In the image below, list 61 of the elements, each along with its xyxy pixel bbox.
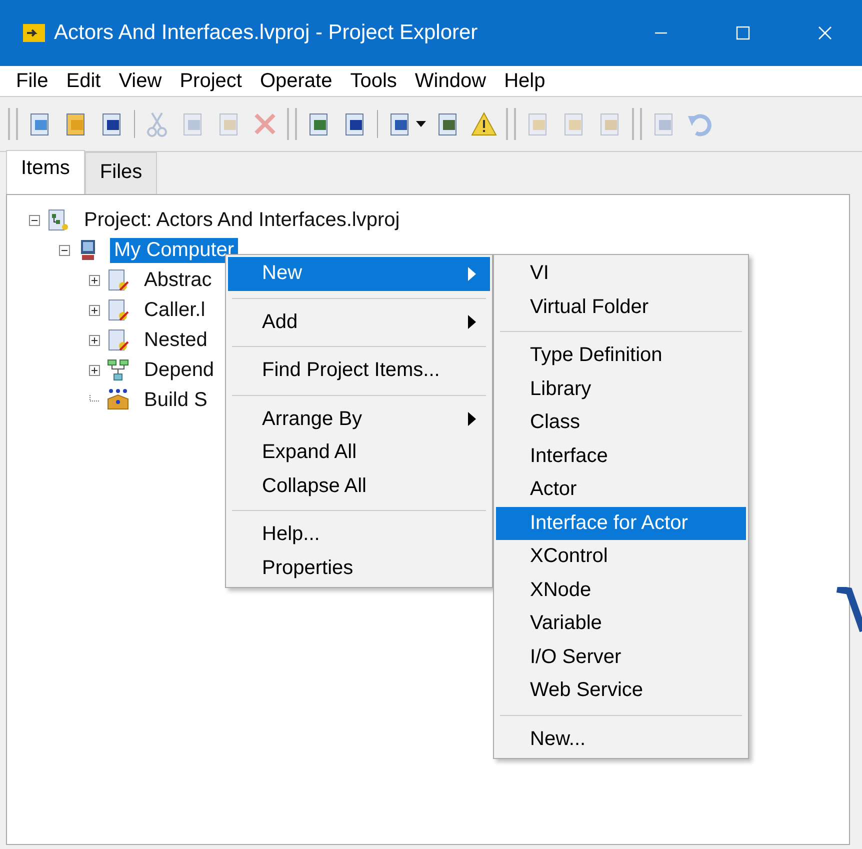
tab[interactable]: Files <box>84 152 158 194</box>
warning-icon[interactable] <box>470 110 498 138</box>
close-icon[interactable] <box>818 26 832 40</box>
expander-icon[interactable] <box>59 244 70 256</box>
expander-icon[interactable] <box>89 304 100 316</box>
menu-item[interactable]: Help <box>496 70 554 92</box>
tree-item[interactable]: Depend <box>140 358 218 382</box>
menu-item[interactable]: File <box>8 70 56 92</box>
app-icon <box>22 23 46 43</box>
menu-item[interactable]: Operate <box>252 70 340 92</box>
expander-icon[interactable] <box>89 274 100 286</box>
menu-item[interactable]: Expand All <box>228 436 490 470</box>
hierarchy-icon <box>106 358 130 382</box>
window-title: Actors And Interfaces.lvproj - Project Explorer <box>54 21 478 45</box>
menu-item[interactable]: I/O Server <box>496 640 746 674</box>
menu-item[interactable]: Virtual Folder <box>496 290 746 324</box>
menu-item[interactable]: Edit <box>58 70 109 92</box>
expander-icon[interactable] <box>89 334 100 346</box>
toolbar-grip[interactable] <box>287 108 297 140</box>
menu-item[interactable]: Properties <box>228 552 490 585</box>
tree-item[interactable]: My Computer <box>110 238 238 262</box>
dropdown-arrow-icon[interactable] <box>416 120 426 128</box>
menu-item[interactable]: VI <box>496 257 746 290</box>
menu-item[interactable]: Window <box>406 70 494 92</box>
menu-item[interactable]: Type Definition <box>496 339 746 372</box>
box-icon <box>106 388 130 412</box>
menu-item[interactable]: Add <box>228 306 490 339</box>
toolbar-grip[interactable] <box>632 108 642 140</box>
menu-item[interactable]: Actor <box>496 473 746 506</box>
menu-item[interactable]: Collapse All <box>228 470 490 503</box>
library-icon <box>106 298 130 322</box>
menu-item[interactable]: XNode <box>496 574 746 607</box>
menu-item[interactable]: Variable <box>496 607 746 640</box>
menu-item[interactable]: Class <box>496 406 746 440</box>
menu-item[interactable]: New <box>228 257 490 290</box>
expander-icon[interactable] <box>89 364 100 376</box>
menu-item[interactable]: New... <box>496 722 746 756</box>
maximize-icon[interactable] <box>736 26 750 40</box>
menu-item[interactable]: Tools <box>342 70 405 92</box>
project-icon <box>46 208 70 232</box>
menu-item[interactable]: Web Service <box>496 674 746 708</box>
tree-item[interactable]: Build S <box>140 388 212 412</box>
menu-item[interactable]: XControl <box>496 540 746 574</box>
menu-item[interactable]: View <box>110 70 170 92</box>
menu-item[interactable]: Interface <box>496 440 746 473</box>
library-icon <box>106 268 130 292</box>
menu-item[interactable]: Library <box>496 372 746 406</box>
tree-item[interactable]: Project: Actors And Interfaces.lvproj <box>80 208 404 232</box>
menu-item[interactable]: Interface for Actor <box>496 506 746 540</box>
menu-item[interactable]: Help... <box>228 518 490 552</box>
menu-item[interactable]: Project <box>172 70 250 92</box>
tab[interactable]: Items <box>6 150 85 194</box>
tree-item[interactable]: Caller.l <box>140 298 210 322</box>
menu-item[interactable]: Find Project Items... <box>228 354 490 388</box>
tree-item[interactable]: Abstrac <box>140 268 216 292</box>
library-icon <box>106 328 130 352</box>
toolbar-grip[interactable] <box>506 108 516 140</box>
tree-item[interactable]: Nested <box>140 328 212 352</box>
expander-icon[interactable] <box>29 214 40 226</box>
toolbar-grip[interactable] <box>8 108 18 140</box>
menu-item[interactable]: Arrange By <box>228 402 490 436</box>
